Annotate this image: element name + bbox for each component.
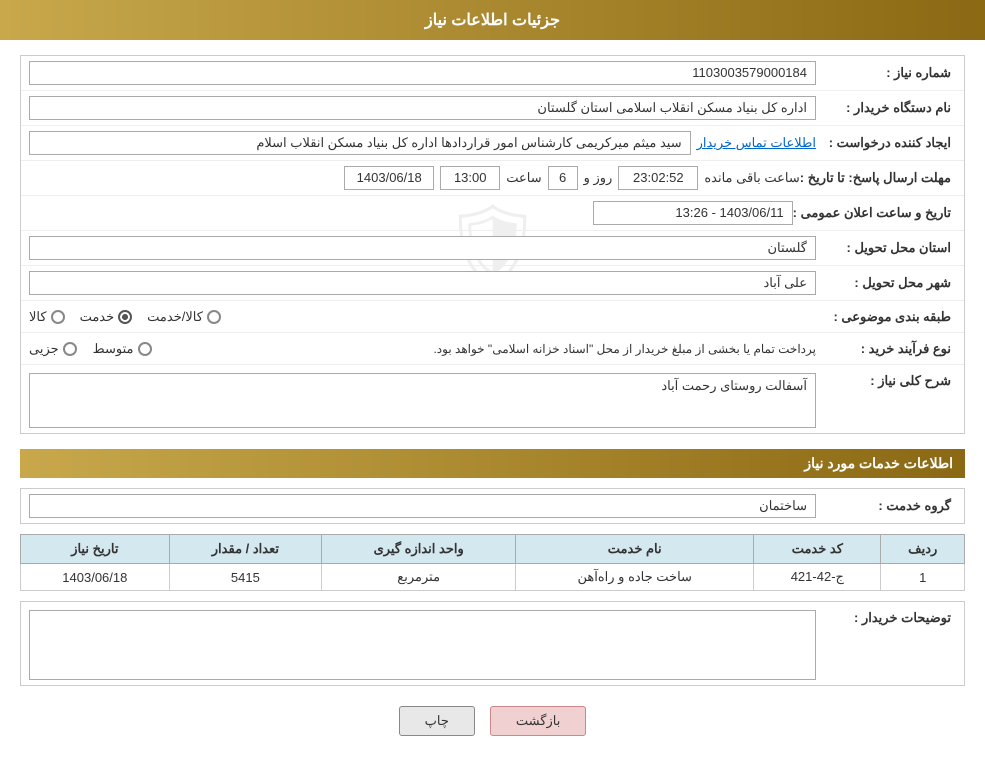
purchase-type-option-medium[interactable]: متوسط bbox=[93, 341, 152, 357]
time-label-static: ساعت bbox=[506, 170, 541, 186]
purchase-type-small-label: جزیی bbox=[29, 341, 59, 357]
services-table: ردیف کد خدمت نام خدمت واحد اندازه گیری ت… bbox=[20, 534, 965, 591]
table-row: 1 ج-42-421 ساخت جاده و راه‌آهن مترمربع 5… bbox=[21, 564, 965, 591]
buyer-notes-row: توضیحات خریدار : bbox=[20, 601, 965, 686]
category-options: کالا/خدمت خدمت کالا bbox=[29, 309, 816, 325]
col-date: تاریخ نیاز bbox=[21, 535, 170, 564]
purchase-type-row: نوع فرآیند خرید : پرداخت تمام یا بخشی از… bbox=[21, 333, 964, 365]
page-header: جزئیات اطلاعات نیاز bbox=[0, 0, 985, 40]
announce-value: 1403/06/11 - 13:26 bbox=[593, 201, 793, 225]
service-group-label: گروه خدمت : bbox=[816, 498, 956, 514]
col-unit: واحد اندازه گیری bbox=[322, 535, 516, 564]
deadline-days: 6 bbox=[548, 166, 578, 190]
need-desc-value: آسفالت روستای رحمت آباد bbox=[661, 378, 807, 393]
action-buttons: بازگشت چاپ bbox=[20, 706, 965, 736]
purchase-type-option-small[interactable]: جزیی bbox=[29, 341, 77, 357]
cell-service-name: ساخت جاده و راه‌آهن bbox=[516, 564, 754, 591]
days-suffix: روز و bbox=[584, 170, 613, 186]
radio-medium bbox=[138, 342, 152, 356]
deadline-time: 13:00 bbox=[440, 166, 500, 190]
category-kala-label: کالا bbox=[29, 309, 47, 325]
category-option-kala-khedmat[interactable]: کالا/خدمت bbox=[147, 309, 221, 325]
buyer-notes-textarea[interactable] bbox=[29, 610, 816, 680]
cell-quantity: 5415 bbox=[169, 564, 321, 591]
services-table-section: ردیف کد خدمت نام خدمت واحد اندازه گیری ت… bbox=[20, 534, 965, 591]
service-group-value: ساختمان bbox=[29, 494, 816, 518]
deadline-label: مهلت ارسال پاسخ: تا تاریخ : bbox=[800, 170, 956, 186]
creator-label: ایجاد کننده درخواست : bbox=[816, 135, 956, 151]
page-title: جزئیات اطلاعات نیاز bbox=[425, 12, 560, 29]
category-option-kala[interactable]: کالا bbox=[29, 309, 65, 325]
category-kala-khedmat-label: کالا/خدمت bbox=[147, 309, 203, 325]
buyer-org-label: نام دستگاه خریدار : bbox=[816, 100, 956, 116]
need-number-value: 1103003579000184 bbox=[29, 61, 816, 85]
purchase-type-note: پرداخت تمام یا بخشی از مبلغ خریدار از مح… bbox=[168, 342, 816, 356]
radio-kala bbox=[51, 310, 65, 324]
city-row: شهر محل تحویل : علی آباد bbox=[21, 266, 964, 301]
cell-service-code: ج-42-421 bbox=[754, 564, 881, 591]
province-label: استان محل تحویل : bbox=[816, 240, 956, 256]
radio-khedmat bbox=[118, 310, 132, 324]
radio-kala-khedmat bbox=[207, 310, 221, 324]
province-row: استان محل تحویل : گلستان bbox=[21, 231, 964, 266]
announce-row: تاریخ و ساعت اعلان عمومی : 1403/06/11 - … bbox=[21, 196, 964, 231]
back-button[interactable]: بازگشت bbox=[490, 706, 586, 736]
col-row-num: ردیف bbox=[881, 535, 965, 564]
city-label: شهر محل تحویل : bbox=[816, 275, 956, 291]
creator-value: سید میثم میرکریمی کارشناس امور قراردادها… bbox=[29, 131, 691, 155]
category-option-khedmat[interactable]: خدمت bbox=[80, 309, 133, 325]
col-service-name: نام خدمت bbox=[516, 535, 754, 564]
deadline-row: مهلت ارسال پاسخ: تا تاریخ : ساعت باقی ما… bbox=[21, 161, 964, 196]
need-number-row: شماره نیاز : 1103003579000184 bbox=[21, 56, 964, 91]
purchase-type-medium-label: متوسط bbox=[93, 341, 134, 357]
deadline-date: 1403/06/18 bbox=[344, 166, 434, 190]
buyer-notes-label: توضیحات خریدار : bbox=[816, 610, 956, 626]
need-desc-textarea[interactable]: آسفالت روستای رحمت آباد bbox=[29, 373, 816, 428]
announce-label: تاریخ و ساعت اعلان عمومی : bbox=[793, 205, 956, 221]
remaining-suffix: ساعت باقی مانده bbox=[704, 170, 799, 186]
creator-row: ایجاد کننده درخواست : اطلاعات تماس خریدا… bbox=[21, 126, 964, 161]
services-section-title: اطلاعات خدمات مورد نیاز bbox=[20, 449, 965, 478]
radio-small bbox=[63, 342, 77, 356]
cell-date: 1403/06/18 bbox=[21, 564, 170, 591]
table-header-row: ردیف کد خدمت نام خدمت واحد اندازه گیری ت… bbox=[21, 535, 965, 564]
col-service-code: کد خدمت bbox=[754, 535, 881, 564]
cell-row-num: 1 bbox=[881, 564, 965, 591]
creator-contact-link[interactable]: اطلاعات تماس خریدار bbox=[697, 135, 816, 151]
print-button[interactable]: چاپ bbox=[399, 706, 475, 736]
purchase-type-label: نوع فرآیند خرید : bbox=[816, 341, 956, 357]
category-label: طبقه بندی موضوعی : bbox=[816, 309, 956, 325]
category-row: طبقه بندی موضوعی : کالا/خدمت خدمت کال bbox=[21, 301, 964, 333]
buyer-org-row: نام دستگاه خریدار : اداره کل بنیاد مسکن … bbox=[21, 91, 964, 126]
cell-unit: مترمربع bbox=[322, 564, 516, 591]
province-value: گلستان bbox=[29, 236, 816, 260]
need-desc-row: شرح کلی نیاز : آسفالت روستای رحمت آباد bbox=[21, 365, 964, 433]
category-khedmat-label: خدمت bbox=[80, 309, 115, 325]
need-desc-label: شرح کلی نیاز : bbox=[816, 373, 956, 389]
need-number-label: شماره نیاز : bbox=[816, 65, 956, 81]
col-quantity: تعداد / مقدار bbox=[169, 535, 321, 564]
service-group-row: گروه خدمت : ساختمان bbox=[20, 488, 965, 524]
buyer-org-value: اداره کل بنیاد مسکن انقلاب اسلامی استان … bbox=[29, 96, 816, 120]
city-value: علی آباد bbox=[29, 271, 816, 295]
main-info-section: 🛡 شماره نیاز : 1103003579000184 نام دستگ… bbox=[20, 55, 965, 434]
remaining-time: 23:02:52 bbox=[618, 166, 698, 190]
